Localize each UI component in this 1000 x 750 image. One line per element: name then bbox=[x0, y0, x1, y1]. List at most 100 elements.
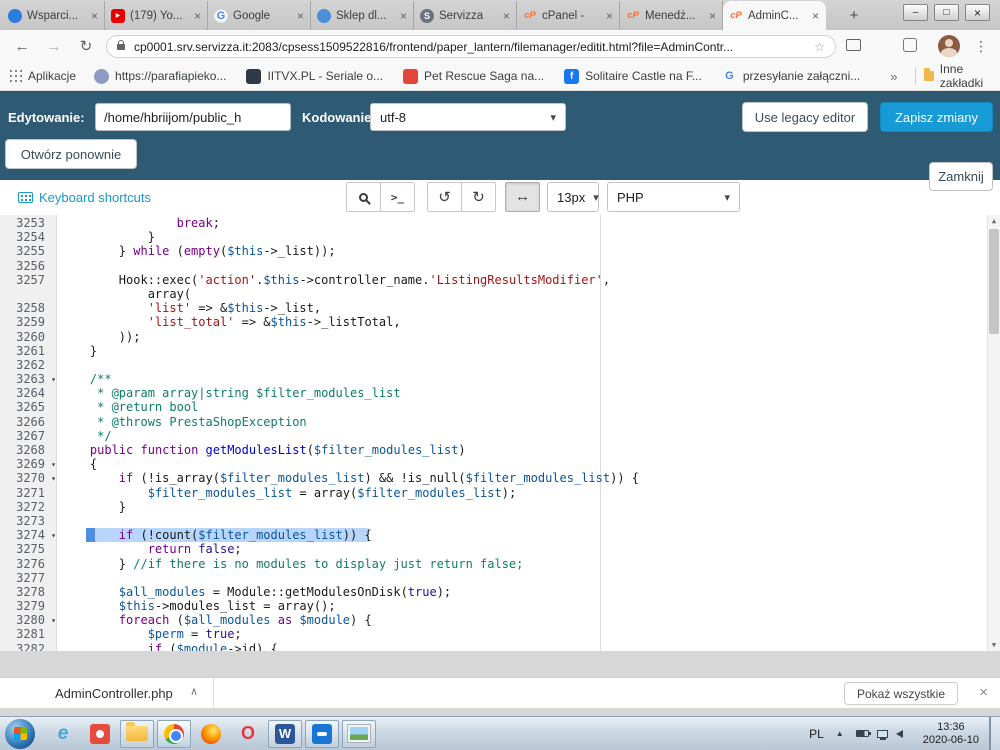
code-line[interactable]: 3253 break; bbox=[0, 216, 987, 230]
url-bar[interactable]: cp0001.srv.servizza.it:2083/cpsess150952… bbox=[106, 35, 836, 58]
maximize-button[interactable] bbox=[934, 4, 959, 21]
show-all-button[interactable]: Pokaż wszystkie bbox=[844, 682, 958, 705]
chrome-taskbar-button[interactable] bbox=[157, 720, 191, 748]
fold-icon[interactable]: ▾ bbox=[51, 458, 56, 472]
tab-close-icon[interactable]: × bbox=[297, 9, 304, 23]
reopen-button[interactable]: Otwórz ponownie bbox=[5, 139, 137, 169]
firefox-taskbar-button[interactable] bbox=[194, 720, 228, 748]
bookmark-item[interactable]: Gprzesyłanie załączni... bbox=[722, 69, 860, 84]
browser-tab[interactable]: GGoogle× bbox=[208, 1, 311, 30]
undo-button[interactable] bbox=[427, 182, 462, 212]
profile-avatar[interactable] bbox=[938, 35, 960, 57]
other-bookmarks-button[interactable]: Inne zakładki bbox=[924, 62, 988, 90]
code-line[interactable]: 3272 } bbox=[0, 500, 987, 514]
new-tab-button[interactable]: + bbox=[842, 5, 866, 25]
tab-close-icon[interactable]: × bbox=[194, 9, 201, 23]
encoding-select[interactable]: utf-8 bbox=[370, 103, 566, 131]
code-line[interactable]: 3267 */ bbox=[0, 429, 987, 443]
code-line[interactable]: 3280▾ foreach ($all_modules as $module) … bbox=[0, 613, 987, 627]
code-line[interactable]: 3282 if ($module->id) { bbox=[0, 642, 987, 651]
browser-tab[interactable]: SServizza× bbox=[414, 1, 517, 30]
code-line[interactable]: 3279 $this->modules_list = array(); bbox=[0, 599, 987, 613]
code-line[interactable]: 3269▾ { bbox=[0, 457, 987, 471]
battery-icon[interactable] bbox=[856, 730, 869, 737]
bookmark-item[interactable]: Pet Rescue Saga na... bbox=[403, 69, 544, 84]
code-line[interactable]: 3257 Hook::exec('action'.$this->controll… bbox=[0, 273, 987, 287]
code-line[interactable]: 3265 * @return bool bbox=[0, 400, 987, 414]
tab-close-icon[interactable]: × bbox=[503, 9, 510, 23]
scroll-down-arrow[interactable] bbox=[988, 639, 1000, 651]
code-line[interactable]: 3264 * @param array|string $filter_modul… bbox=[0, 386, 987, 400]
bookmarks-overflow-chevron[interactable]: » bbox=[880, 69, 907, 84]
fold-icon[interactable]: ▾ bbox=[51, 529, 56, 543]
file-explorer-taskbar-button[interactable] bbox=[120, 720, 154, 748]
code-line[interactable]: 3263▾ /** bbox=[0, 372, 987, 386]
browser-menu-icon[interactable] bbox=[972, 36, 990, 56]
bookmark-item[interactable]: https://parafiapieko... bbox=[94, 69, 226, 84]
code-line[interactable]: 3270▾ if (!is_array($filter_modules_list… bbox=[0, 471, 987, 485]
keyboard-shortcuts-link[interactable]: Keyboard shortcuts bbox=[18, 190, 151, 205]
scroll-up-arrow[interactable] bbox=[988, 215, 1000, 227]
extension-icon[interactable] bbox=[903, 38, 917, 52]
code-line[interactable]: 3261 } bbox=[0, 344, 987, 358]
opera-taskbar-button[interactable]: O bbox=[231, 720, 265, 748]
bookmark-star-icon[interactable] bbox=[814, 40, 825, 54]
browser-tab[interactable]: Sklep dl...× bbox=[311, 1, 414, 30]
code-line[interactable]: 3260 )); bbox=[0, 330, 987, 344]
start-button[interactable] bbox=[5, 719, 35, 749]
forward-button[interactable] bbox=[42, 34, 66, 58]
code-line[interactable]: 3255 } while (empty($this->_list)); bbox=[0, 244, 987, 258]
bookmark-item[interactable]: IITVX.PL - Seriale o... bbox=[246, 69, 383, 84]
redo-button[interactable] bbox=[461, 182, 496, 212]
blue-app-taskbar-button[interactable] bbox=[305, 720, 339, 748]
bookmark-item[interactable]: fSolitaire Castle na F... bbox=[564, 69, 702, 84]
code-line[interactable]: 3277 bbox=[0, 571, 987, 585]
bookmarks-apps-item[interactable]: Aplikacje bbox=[10, 69, 76, 83]
code-line[interactable]: 3259 'list_total' => &$this->_listTotal, bbox=[0, 315, 987, 329]
reload-button[interactable] bbox=[74, 34, 98, 58]
save-changes-button[interactable]: Zapisz zmiany bbox=[880, 102, 993, 132]
code-line[interactable]: 3271 $filter_modules_list = array($filte… bbox=[0, 486, 987, 500]
fold-icon[interactable]: ▾ bbox=[51, 472, 56, 486]
tab-close-icon[interactable]: × bbox=[400, 9, 407, 23]
code-line[interactable]: 3256 bbox=[0, 259, 987, 273]
tab-close-icon[interactable]: × bbox=[812, 9, 819, 23]
scrollbar-thumb[interactable] bbox=[989, 229, 999, 334]
tab-close-icon[interactable]: × bbox=[709, 9, 716, 23]
code-line[interactable]: 3275 return false; bbox=[0, 542, 987, 556]
fold-icon[interactable]: ▾ bbox=[51, 373, 56, 387]
legacy-editor-button[interactable]: Use legacy editor bbox=[742, 102, 868, 132]
browser-tab[interactable]: cPAdminC...× bbox=[723, 1, 826, 30]
network-icon[interactable] bbox=[877, 730, 888, 738]
code-line[interactable]: 3274▾ if (!count($filter_modules_list)) … bbox=[0, 528, 987, 542]
terminal-button[interactable] bbox=[380, 182, 415, 212]
browser-tab[interactable]: ▶(179) Yo...× bbox=[105, 1, 208, 30]
browser-tab[interactable]: cPMenedż...× bbox=[620, 1, 723, 30]
show-desktop-button[interactable] bbox=[989, 717, 1000, 750]
editor-scrollbar[interactable] bbox=[987, 215, 1000, 651]
fold-icon[interactable]: ▾ bbox=[51, 614, 56, 628]
code-line[interactable]: 3266 * @throws PrestaShopException bbox=[0, 415, 987, 429]
taskbar-clock[interactable]: 13:36 2020-06-10 bbox=[923, 721, 979, 747]
word-wrap-button[interactable] bbox=[505, 182, 540, 212]
close-editor-button[interactable]: Zamknij bbox=[929, 162, 993, 191]
code-editor[interactable]: 3253 break;3254 }3255 } while (empty($th… bbox=[0, 215, 1000, 651]
code-line[interactable]: 3262 bbox=[0, 358, 987, 372]
tab-close-icon[interactable]: × bbox=[91, 9, 98, 23]
hidden-icons-arrow[interactable] bbox=[836, 729, 844, 738]
chevron-up-icon[interactable] bbox=[190, 685, 198, 698]
tab-close-icon[interactable]: × bbox=[606, 9, 613, 23]
file-path-input[interactable] bbox=[95, 103, 291, 131]
padlock-icon[interactable] bbox=[117, 44, 125, 50]
bookmark-card-icon[interactable] bbox=[846, 39, 861, 51]
code-line[interactable]: 3281 $perm = true; bbox=[0, 627, 987, 641]
code-line[interactable]: 3278 $all_modules = Module::getModulesOn… bbox=[0, 585, 987, 599]
font-size-select[interactable]: 13px bbox=[547, 182, 599, 212]
syntax-select[interactable]: PHP bbox=[607, 182, 740, 212]
search-button[interactable] bbox=[346, 182, 381, 212]
browser-tab[interactable]: cPcPanel -× bbox=[517, 1, 620, 30]
code-line[interactable]: array( bbox=[0, 287, 987, 301]
code-line[interactable]: 3254 } bbox=[0, 230, 987, 244]
close-window-button[interactable] bbox=[965, 4, 990, 21]
internet-explorer-taskbar-button[interactable]: e bbox=[46, 720, 80, 748]
